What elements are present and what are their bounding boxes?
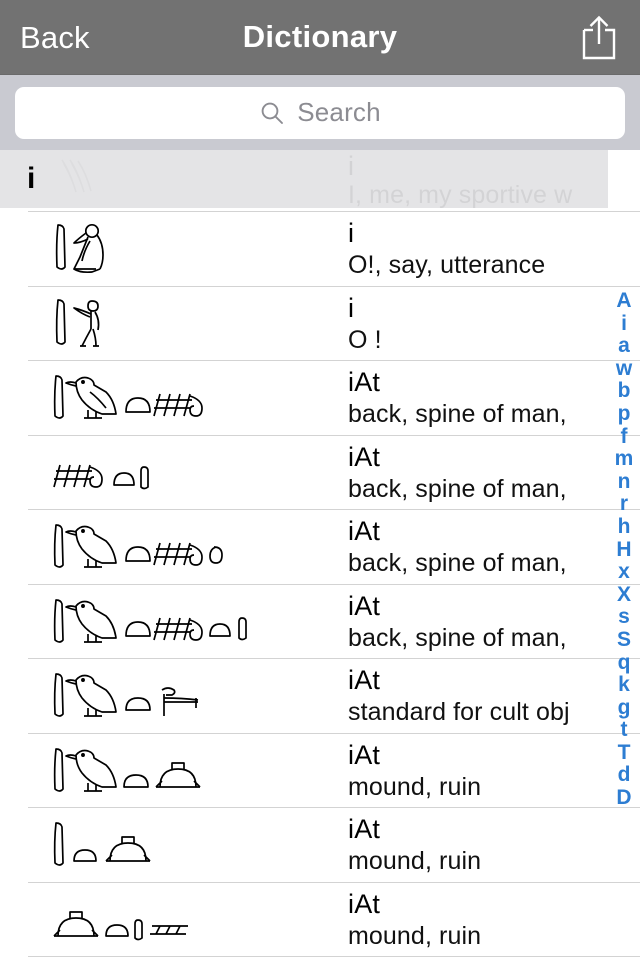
index-letter[interactable]: H xyxy=(608,538,640,562)
list-item[interactable]: iAt back, spine of man, xyxy=(0,435,640,511)
transliteration: i xyxy=(348,218,355,249)
transliteration: iAt xyxy=(348,739,381,770)
index-letter[interactable]: p xyxy=(608,402,640,426)
transliteration: iAt xyxy=(348,367,381,398)
index-letter[interactable]: k xyxy=(608,673,640,697)
dictionary-list[interactable]: i I, me, my sportive w xyxy=(0,150,640,960)
list-item[interactable]: iAt standard for cult obj xyxy=(0,659,640,734)
index-letter[interactable]: A xyxy=(608,289,640,313)
share-button[interactable] xyxy=(578,13,620,61)
meaning: O ! xyxy=(348,325,382,354)
hieroglyph-reed-vulture-loaf-mound-icon xyxy=(53,747,201,792)
index-letter[interactable]: n xyxy=(608,470,640,494)
list-item[interactable]: iAt back, spine of man, xyxy=(0,510,640,585)
index-letter[interactable]: d xyxy=(608,764,640,787)
search-icon xyxy=(261,102,284,124)
index-letter[interactable]: w xyxy=(608,357,640,381)
hieroglyph-cell xyxy=(0,808,348,883)
entry-text-cell: iAt back, spine of man, xyxy=(348,367,640,429)
hieroglyph-reed-vulture-loaf-spine-coil-icon xyxy=(53,524,223,569)
index-letter[interactable]: D xyxy=(608,786,640,810)
index-letter[interactable]: a xyxy=(608,335,640,358)
index-letter[interactable]: i xyxy=(608,312,640,336)
hieroglyph-cell xyxy=(0,734,348,809)
entry-text-cell: iAt mound, ruin xyxy=(348,740,640,802)
list-item[interactable]: iAt mound, ruin xyxy=(0,882,640,958)
meaning: mound, ruin xyxy=(348,921,482,950)
hieroglyph-cell xyxy=(0,659,348,734)
entry-text-cell: i O!, say, utterance xyxy=(348,218,640,280)
index-letter[interactable]: b xyxy=(608,380,640,403)
index-letter[interactable]: r xyxy=(608,493,640,516)
index-letter[interactable]: h xyxy=(608,515,640,539)
hieroglyph-cell xyxy=(0,883,348,958)
hieroglyph-cell xyxy=(0,212,348,287)
hieroglyph-reed-vulture-loaf-spine-icon xyxy=(53,375,203,420)
entry-text-cell: iAt mound, ruin xyxy=(348,889,640,951)
hieroglyph-cell xyxy=(0,436,348,511)
meaning: O!, say, utterance xyxy=(348,251,546,280)
navigation-bar: Back Dictionary xyxy=(0,0,640,75)
dictionary-screen: Back Dictionary Search i O!, say, uttera… xyxy=(0,0,640,960)
meaning: back, spine of man, xyxy=(348,474,567,503)
transliteration: iAt xyxy=(348,665,381,696)
back-button[interactable]: Back xyxy=(20,22,90,53)
page-title: Dictionary xyxy=(242,19,398,54)
entry-text-cell: iAt standard for cult obj xyxy=(348,665,640,727)
hieroglyph-cell xyxy=(0,361,348,436)
section-header: i xyxy=(0,150,608,208)
meaning: mound, ruin xyxy=(348,847,482,876)
index-letter[interactable]: g xyxy=(608,696,640,720)
meaning: mound, ruin xyxy=(348,772,482,801)
meaning: back, spine of man, xyxy=(348,400,567,429)
list-item[interactable]: i O ! xyxy=(0,286,640,362)
hieroglyph-reed-man-calling-icon xyxy=(55,298,100,347)
entry-text-cell: iAt back, spine of man, xyxy=(348,591,640,653)
list-item[interactable]: iAt back, spine of man, xyxy=(0,584,640,660)
hieroglyph-cell xyxy=(0,585,348,660)
hieroglyph-spine-loaf-stroke-icon xyxy=(53,464,149,490)
transliteration: iAt xyxy=(348,888,381,919)
meaning: back, spine of man, xyxy=(348,549,567,578)
list-item[interactable]: i O!, say, utterance xyxy=(0,212,640,287)
hieroglyph-reed-loaf-mound-icon xyxy=(53,822,151,867)
index-letter[interactable]: t xyxy=(608,719,640,742)
transliteration: iAt xyxy=(348,516,381,547)
transliteration: i xyxy=(348,292,355,323)
list-item[interactable]: iAt back, spine of man, xyxy=(0,361,640,436)
list-item[interactable]: iAt mound, ruin xyxy=(0,808,640,883)
hieroglyph-reed-vulture-loaf-standard-icon xyxy=(53,673,199,718)
transliteration: iAt xyxy=(348,590,381,621)
meaning: back, spine of man, xyxy=(348,623,567,652)
index-letter[interactable]: q xyxy=(608,651,640,675)
index-letter[interactable]: X xyxy=(608,583,640,607)
hieroglyph-mound-loaf-stroke-ladder-icon xyxy=(53,910,188,941)
index-letter[interactable]: x xyxy=(608,561,640,584)
entry-text-cell: i O ! xyxy=(348,293,640,355)
index-letter[interactable]: S xyxy=(608,628,640,652)
meaning: standard for cult obj xyxy=(348,698,570,727)
transliteration: iAt xyxy=(348,441,381,472)
section-index-bar[interactable]: A i a w b p f m n r h H x X s S q k g t … xyxy=(608,289,640,810)
entry-text-cell: iAt back, spine of man, xyxy=(348,516,640,578)
transliteration: iAt xyxy=(348,814,381,845)
hieroglyph-reed-vulture-loaf-spine-loaf-stroke-icon xyxy=(53,598,247,643)
search-bar-container: Search xyxy=(0,75,640,150)
hieroglyph-cell xyxy=(0,510,348,585)
hieroglyph-reed-man-hand-to-mouth-icon xyxy=(55,224,104,274)
index-letter[interactable]: s xyxy=(608,606,640,629)
entry-text-cell: iAt back, spine of man, xyxy=(348,442,640,504)
index-letter[interactable]: f xyxy=(608,425,640,449)
search-placeholder: Search xyxy=(297,97,381,127)
index-letter[interactable]: m xyxy=(608,448,640,471)
index-letter[interactable]: T xyxy=(608,741,640,765)
section-header-label: i xyxy=(27,162,36,195)
list-item[interactable]: iAt mound, ruin xyxy=(0,733,640,809)
entry-text-cell: iAt mound, ruin xyxy=(348,814,640,876)
share-icon xyxy=(582,15,616,60)
search-input[interactable]: Search xyxy=(15,86,625,139)
hieroglyph-cell xyxy=(0,287,348,362)
